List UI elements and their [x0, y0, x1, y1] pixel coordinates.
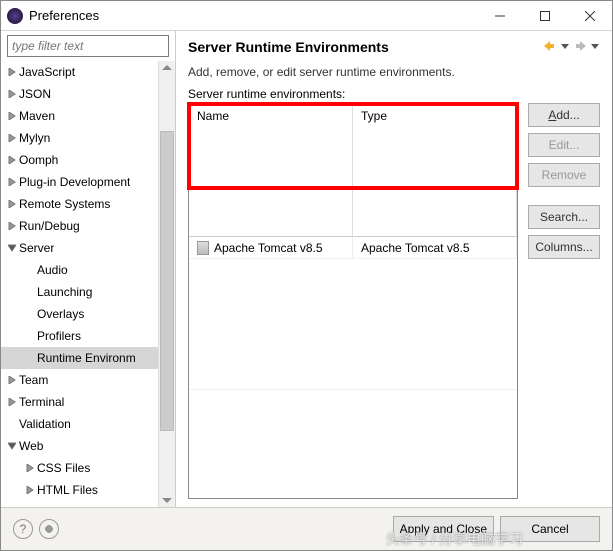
forward-menu[interactable]	[590, 40, 600, 54]
twisty-icon[interactable]	[5, 87, 19, 101]
tree-item-javascript[interactable]: JavaScript	[1, 61, 158, 83]
tree-label: Run/Debug	[19, 219, 80, 233]
apply-close-button[interactable]: Apply and Close	[393, 516, 494, 542]
app-icon	[7, 8, 23, 24]
col-type[interactable]: Type	[353, 104, 517, 237]
tree-item-runtime-environm[interactable]: Runtime Environm	[1, 347, 158, 369]
list-label: Server runtime environments:	[176, 85, 612, 101]
tree-label: Server	[19, 241, 54, 255]
tree-label: Audio	[37, 263, 68, 277]
tree-label: Overlays	[37, 307, 84, 321]
tree-item-overlays[interactable]: Overlays	[1, 303, 158, 325]
maximize-button[interactable]	[522, 1, 567, 31]
minimize-button[interactable]	[477, 1, 522, 31]
table-empty-area	[189, 368, 517, 390]
back-menu[interactable]	[560, 40, 570, 54]
tree-label: CSS Files	[37, 461, 90, 475]
cancel-button[interactable]: Cancel	[500, 516, 600, 542]
help-icon[interactable]: ?	[13, 519, 33, 539]
tree-item-run-debug[interactable]: Run/Debug	[1, 215, 158, 237]
twisty-icon[interactable]	[5, 373, 19, 387]
tree-label: Oomph	[19, 153, 58, 167]
tree-item-mylyn[interactable]: Mylyn	[1, 127, 158, 149]
tree-item-audio[interactable]: Audio	[1, 259, 158, 281]
tree-item-profilers[interactable]: Profilers	[1, 325, 158, 347]
col-name[interactable]: Name	[189, 104, 353, 237]
twisty-icon[interactable]	[5, 417, 19, 431]
twisty-icon[interactable]	[5, 241, 19, 255]
tree-item-json[interactable]: JSON	[1, 83, 158, 105]
tree-label: JavaScript	[19, 65, 75, 79]
tree-label: Remote Systems	[19, 197, 110, 211]
search-button[interactable]: Search...	[528, 205, 600, 229]
close-button[interactable]	[567, 1, 612, 31]
tree-label: Launching	[37, 285, 92, 299]
tree-label: HTML Files	[37, 483, 98, 497]
twisty-icon[interactable]	[5, 439, 19, 453]
edit-button[interactable]: Edit...	[528, 133, 600, 157]
runtime-name-cell[interactable]: Apache Tomcat v8.5	[189, 237, 353, 259]
window-title: Preferences	[29, 8, 477, 23]
runtime-table[interactable]: Name Type Apache Tomcat v8.5 Apache Tomc…	[188, 103, 518, 499]
twisty-icon[interactable]	[5, 131, 19, 145]
twisty-icon[interactable]	[23, 329, 37, 343]
twisty-icon[interactable]	[5, 153, 19, 167]
tree-label: JSON	[19, 87, 51, 101]
tree-label: Terminal	[19, 395, 64, 409]
twisty-icon[interactable]	[5, 109, 19, 123]
twisty-icon[interactable]	[23, 461, 37, 475]
add-button[interactable]: Add...	[528, 103, 600, 127]
runtime-type-cell[interactable]: Apache Tomcat v8.5	[353, 237, 517, 259]
tree-label: Mylyn	[19, 131, 50, 145]
tree-label: Maven	[19, 109, 55, 123]
twisty-icon[interactable]	[5, 395, 19, 409]
remove-button[interactable]: Remove	[528, 163, 600, 187]
tree-item-validation[interactable]: Validation	[1, 413, 158, 435]
tree-item-launching[interactable]: Launching	[1, 281, 158, 303]
twisty-icon[interactable]	[23, 285, 37, 299]
tree-label: Web	[19, 439, 43, 453]
twisty-icon[interactable]	[5, 175, 19, 189]
tree-item-oomph[interactable]: Oomph	[1, 149, 158, 171]
tree-item-team[interactable]: Team	[1, 369, 158, 391]
twisty-icon[interactable]	[23, 351, 37, 365]
scroll-thumb[interactable]	[160, 131, 174, 431]
back-button[interactable]	[544, 40, 554, 54]
tree-label: Profilers	[37, 329, 81, 343]
tree-item-remote-systems[interactable]: Remote Systems	[1, 193, 158, 215]
server-icon	[197, 241, 209, 255]
tree-label: Plug-in Development	[19, 175, 130, 189]
preferences-tree[interactable]: JavaScript JSON Maven Mylyn Oomph Plug-in Dev…	[1, 61, 158, 507]
twisty-icon[interactable]	[23, 307, 37, 321]
tree-item-plug-in-development[interactable]: Plug-in Development	[1, 171, 158, 193]
columns-button[interactable]: Columns...	[528, 235, 600, 259]
filter-input[interactable]	[7, 35, 169, 57]
tree-item-web[interactable]: Web	[1, 435, 158, 457]
tree-item-maven[interactable]: Maven	[1, 105, 158, 127]
twisty-icon[interactable]	[23, 263, 37, 277]
page-intro: Add, remove, or edit server runtime envi…	[176, 59, 612, 85]
tree-item-css-files[interactable]: CSS Files	[1, 457, 158, 479]
import-export-icon[interactable]	[39, 519, 59, 539]
tree-label: Team	[19, 373, 48, 387]
tree-scrollbar[interactable]	[158, 61, 175, 507]
page-title: Server Runtime Environments	[188, 39, 544, 55]
twisty-icon[interactable]	[5, 197, 19, 211]
forward-button[interactable]	[576, 40, 586, 54]
twisty-icon[interactable]	[5, 65, 19, 79]
tree-item-server[interactable]: Server	[1, 237, 158, 259]
tree-label: Runtime Environm	[37, 351, 136, 365]
tree-item-terminal[interactable]: Terminal	[1, 391, 158, 413]
tree-label: Validation	[19, 417, 71, 431]
tree-item-html-files[interactable]: HTML Files	[1, 479, 158, 501]
twisty-icon[interactable]	[5, 219, 19, 233]
twisty-icon[interactable]	[23, 483, 37, 497]
